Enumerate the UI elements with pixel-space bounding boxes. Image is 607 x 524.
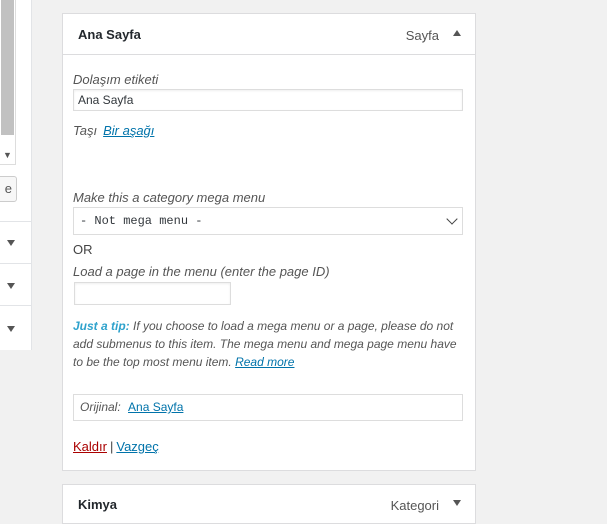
expand-arrow-icon[interactable] <box>7 240 15 246</box>
original-link[interactable]: Ana Sayfa <box>128 400 183 414</box>
move-row: Taşı Bir aşağı <box>73 123 154 138</box>
mega-menu-select[interactable]: - Not mega menu - <box>73 207 463 235</box>
menu-item-type: Sayfa <box>405 28 439 43</box>
divider <box>0 305 31 306</box>
read-more-link[interactable]: Read more <box>235 355 294 369</box>
menu-item-ana-sayfa: Ana Sayfa Sayfa Dolaşım etiketi Taşı Bir … <box>62 13 476 471</box>
add-to-menu-button[interactable]: e <box>0 176 17 202</box>
original-link-box: Orijinal: Ana Sayfa <box>73 394 463 421</box>
tip-text: Just a tip: If you choose to load a mega… <box>73 317 465 371</box>
mega-menu-selected: - Not mega menu - <box>80 214 203 228</box>
original-label: Orijinal: <box>80 400 121 414</box>
move-label: Taşı <box>73 123 98 138</box>
remove-link[interactable]: Kaldır <box>73 439 107 454</box>
menu-item-title: Ana Sayfa <box>78 27 141 42</box>
scrollbar[interactable]: ▼ <box>0 0 16 165</box>
nav-label-label: Dolaşım etiketi <box>73 72 159 87</box>
divider <box>0 221 31 222</box>
expand-arrow-icon[interactable] <box>7 283 15 289</box>
page-id-label: Load a page in the menu (enter the page … <box>73 264 330 279</box>
item-actions: Kaldır | Vazgeç <box>73 439 159 454</box>
menu-item-kimya[interactable]: Kimya Kategori <box>62 484 476 524</box>
scrollbar-thumb[interactable] <box>1 0 14 135</box>
page-id-input[interactable] <box>74 282 231 305</box>
divider <box>0 263 31 264</box>
tip-label: Just a tip: <box>73 319 130 333</box>
menu-item-handle[interactable]: Ana Sayfa Sayfa <box>63 14 475 55</box>
or-text: OR <box>73 242 93 257</box>
mega-menu-label: Make this a category mega menu <box>73 190 266 205</box>
expand-arrow-icon[interactable] <box>453 500 461 506</box>
menu-item-title: Kimya <box>78 497 118 512</box>
left-panel: ▼ e <box>0 0 32 350</box>
scroll-down-icon[interactable]: ▼ <box>1 148 14 162</box>
chevron-down-icon <box>446 213 458 225</box>
collapse-arrow-icon[interactable] <box>453 30 461 36</box>
separator: | <box>109 439 114 454</box>
menu-item-type: Kategori <box>390 498 439 513</box>
move-down-link[interactable]: Bir aşağı <box>103 123 154 138</box>
cancel-link[interactable]: Vazgeç <box>116 439 158 454</box>
nav-label-input[interactable] <box>73 89 463 111</box>
expand-arrow-icon[interactable] <box>7 326 15 332</box>
